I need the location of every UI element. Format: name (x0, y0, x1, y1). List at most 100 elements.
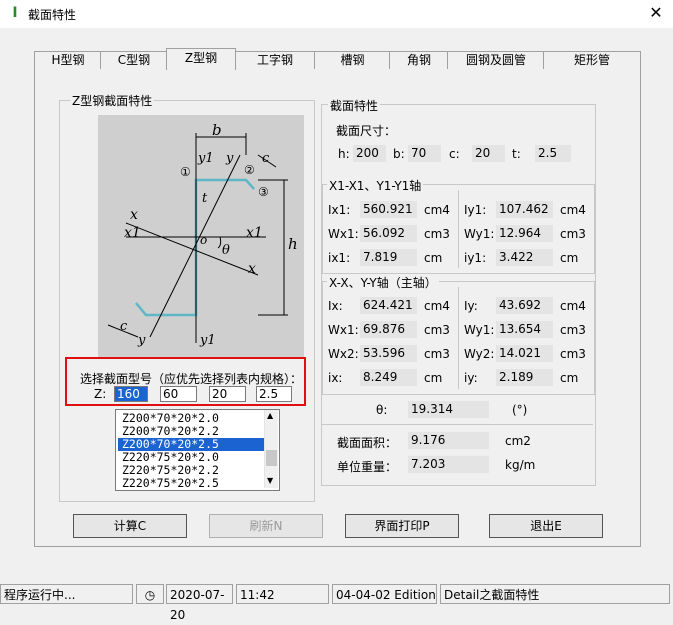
scroll-thumb[interactable] (266, 450, 277, 466)
dims-label: 截面尺寸： (336, 124, 397, 138)
tab-z-steel[interactable]: Z型钢 (166, 48, 236, 70)
select-section-label: 选择截面型号（应优先选择列表内规格）： (80, 372, 303, 386)
scroll-up-icon[interactable]: ▲ (267, 411, 273, 420)
iy-unit: cm4 (560, 299, 586, 313)
dim-t-label: t: (512, 147, 521, 161)
iy1-label: Iy1: (464, 203, 487, 217)
label-y1-top: y1 (198, 151, 214, 166)
label-circle-1: ① (180, 165, 191, 179)
radius-x-unit: cm (424, 371, 443, 385)
refresh-button[interactable]: 刷新N (209, 514, 323, 538)
ix-value: 624.421 (360, 297, 417, 314)
radius-y1-unit: cm (560, 251, 579, 265)
properties-group-title: 截面特性 (328, 97, 381, 114)
dim-b-label: b: (393, 147, 405, 161)
wx2-label: Wx2: (328, 347, 359, 361)
close-icon[interactable]: ✕ (645, 3, 667, 23)
z-section-diagram: b c y1 y ① ② ③ t x x1 o θ x1 h x c y y1 (98, 115, 304, 357)
wy2-value: 14.021 (496, 345, 553, 362)
z-steel-group-title: Z型钢截面特性 (70, 92, 155, 109)
divider (322, 424, 593, 425)
status-running: 程序运行中... (0, 584, 133, 604)
tab-channel[interactable]: 槽钢 (314, 51, 391, 69)
dim-h-value: 200 (353, 145, 386, 162)
title-bar: I 截面特性 ✕ (0, 0, 673, 28)
iy-label: Iy: (464, 299, 478, 313)
z-label: Z: (94, 387, 107, 401)
label-x1-left: x1 (124, 225, 141, 241)
ix-label: Ix: (328, 299, 343, 313)
area-label: 截面面积： (337, 436, 398, 450)
tab-angle[interactable]: 角钢 (389, 51, 449, 69)
ix1-unit: cm4 (424, 203, 450, 217)
radius-x-value: 8.249 (360, 369, 417, 386)
wx1-unit: cm3 (424, 227, 450, 241)
label-b: b (212, 121, 222, 139)
window-title: 截面特性 (28, 8, 77, 22)
tab-i-beam[interactable]: 工字钢 (234, 51, 316, 69)
wy1-unit: cm3 (560, 227, 586, 241)
wy2-unit: cm3 (560, 347, 586, 361)
wx2-value: 53.596 (360, 345, 417, 362)
scroll-down-icon[interactable]: ▼ (267, 476, 273, 485)
label-theta: θ (222, 243, 230, 258)
iy1-value: 107.462 (496, 201, 553, 218)
radius-x-label: ix: (328, 371, 343, 385)
dim-c-label: c: (449, 147, 460, 161)
tab-rect-tube[interactable]: 矩形管 (543, 51, 641, 69)
radius-x1-value: 7.819 (360, 249, 417, 266)
label-y-top: y (226, 151, 234, 166)
status-date: 2020-07-20 (166, 584, 233, 622)
z-height-input[interactable]: 160 (114, 386, 148, 402)
z-width-input[interactable]: 60 (160, 386, 197, 402)
label-c-top: c (262, 151, 270, 166)
radius-y-value: 2.189 (496, 369, 553, 386)
dim-h-label: h: (338, 147, 350, 161)
status-detail: Detail之截面特性 (440, 584, 670, 604)
list-scrollbar[interactable]: ▲ ▼ (264, 410, 278, 488)
weight-label: 单位重量： (337, 460, 398, 474)
ix1-value: 560.921 (360, 201, 417, 218)
label-c-bottom: c (120, 319, 128, 334)
tab-h-steel[interactable]: H型钢 (34, 51, 102, 69)
area-unit: cm2 (505, 434, 531, 448)
area-value: 9.176 (408, 432, 489, 449)
axis2-divider (458, 287, 459, 389)
label-circle-2: ② (244, 163, 255, 177)
tab-c-steel[interactable]: C型钢 (100, 51, 168, 69)
list-item[interactable]: Z220*75*20*2.5 (118, 477, 268, 490)
app-icon: I (12, 5, 18, 21)
axis1-divider (458, 190, 459, 268)
wx1-value: 56.092 (360, 225, 417, 242)
label-h: h (288, 235, 298, 253)
radius-y1-value: 3.422 (496, 249, 553, 266)
wx1-main-label: Wx1: (328, 323, 359, 337)
radius-x1-unit: cm (424, 251, 443, 265)
z-lip-input[interactable]: 20 (209, 386, 246, 402)
label-circle-3: ③ (258, 185, 269, 199)
calculate-button[interactable]: 计算C (73, 514, 187, 538)
section-list[interactable]: Z200*70*20*2.0 Z200*70*20*2.2 Z200*70*20… (115, 409, 280, 491)
label-y-bottom: y (138, 333, 146, 348)
exit-button[interactable]: 退出E (489, 514, 603, 538)
dim-t-value: 2.5 (535, 145, 571, 162)
iy1-unit: cm4 (560, 203, 586, 217)
radius-x1-label: ix1: (328, 251, 351, 265)
dim-b-value: 70 (408, 145, 441, 162)
wx1-main-unit: cm3 (424, 323, 450, 337)
label-x-right: x (248, 261, 256, 277)
print-button[interactable]: 界面打印P (345, 514, 459, 538)
axis2-title: X-X、Y-Y轴（主轴） (327, 274, 439, 291)
clock-icon: ◷ (136, 584, 164, 604)
z-thickness-input[interactable]: 2.5 (256, 386, 292, 402)
axis1-title: X1-X1、Y1-Y1轴 (327, 177, 424, 194)
radius-y1-label: iy1: (464, 251, 487, 265)
tab-round-tube[interactable]: 圆钢及圆管 (447, 51, 545, 69)
ix-unit: cm4 (424, 299, 450, 313)
weight-unit: kg/m (505, 458, 536, 472)
radius-y-label: iy: (464, 371, 478, 385)
ix1-label: Ix1: (328, 203, 351, 217)
theta-value: 19.314 (408, 401, 489, 418)
label-t: t (202, 191, 208, 206)
theta-label: θ: (376, 403, 388, 417)
